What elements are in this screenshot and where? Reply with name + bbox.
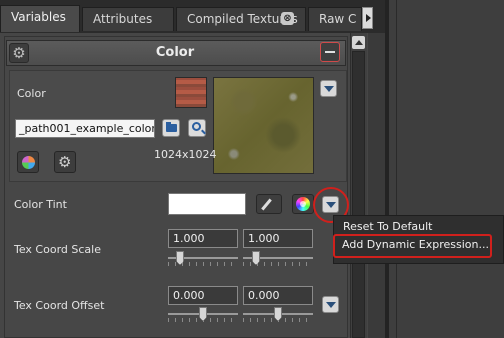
tab-raw[interactable]: Raw C [308, 7, 362, 31]
tab-bar: Variables Attributes Compiled Textures ⊗… [0, 0, 385, 33]
gear-icon: ⚙ [58, 153, 72, 171]
eyedropper-button[interactable] [256, 194, 282, 214]
eyedropper-icon [261, 198, 272, 211]
color-tint-swatch[interactable] [168, 193, 246, 215]
folder-icon [166, 122, 177, 132]
tex-coord-scale-label: Tex Coord Scale [14, 243, 101, 256]
divider [396, 0, 397, 338]
zoom-button[interactable] [188, 119, 206, 137]
tab-label: Raw C [319, 12, 357, 26]
menu-item-reset-to-default[interactable]: Reset To Default [343, 220, 433, 233]
tex-coord-offset-v-field[interactable]: 0.000 [243, 286, 313, 305]
chevron-down-icon[interactable] [320, 80, 337, 97]
texture-thumbnail-small[interactable] [175, 77, 207, 108]
color-wheel-icon [296, 197, 310, 211]
tex-coord-scale-u-field[interactable]: 1.000 [168, 229, 238, 248]
reload-texture-icon [22, 156, 35, 169]
tab-label: Variables [11, 10, 66, 24]
texture-settings-button[interactable]: ⚙ [54, 151, 76, 173]
tab-label: Attributes [93, 12, 153, 26]
tex-coord-scale-v-field[interactable]: 1.000 [243, 229, 313, 248]
color-wheel-button[interactable] [292, 194, 314, 214]
texture-preview [213, 77, 314, 174]
right-pane [389, 0, 504, 338]
scroll-up-icon[interactable] [352, 36, 365, 49]
section-title: Color [155, 45, 195, 60]
magnifier-icon [192, 122, 201, 131]
scrollbar-thumb[interactable] [352, 51, 365, 338]
chevron-right-icon[interactable] [362, 7, 373, 29]
tex-coord-offset-label: Tex Coord Offset [14, 299, 105, 312]
chevron-down-icon[interactable] [322, 296, 339, 313]
tab-attributes[interactable]: Attributes [82, 7, 174, 31]
tex-coord-offset-u-field[interactable]: 0.000 [168, 286, 238, 305]
texture-path-field[interactable]: _path001_example_color.tif [15, 119, 155, 138]
slider-ticks [243, 262, 313, 266]
collapse-button[interactable] [320, 42, 340, 62]
texture-resolution: 1024x1024 [154, 148, 217, 161]
reload-texture-button[interactable] [17, 151, 39, 173]
gear-icon[interactable]: ⚙ [9, 43, 29, 63]
browse-button[interactable] [162, 119, 180, 137]
menu-item-add-dynamic-expression[interactable]: Add Dynamic Expression... [342, 238, 489, 251]
color-tint-label: Color Tint [14, 198, 67, 211]
close-icon[interactable]: ⊗ [281, 12, 294, 25]
tab-compiled-textures[interactable]: Compiled Textures ⊗ [176, 7, 306, 31]
color-label: Color [17, 87, 46, 100]
tab-variables[interactable]: Variables [0, 5, 80, 32]
